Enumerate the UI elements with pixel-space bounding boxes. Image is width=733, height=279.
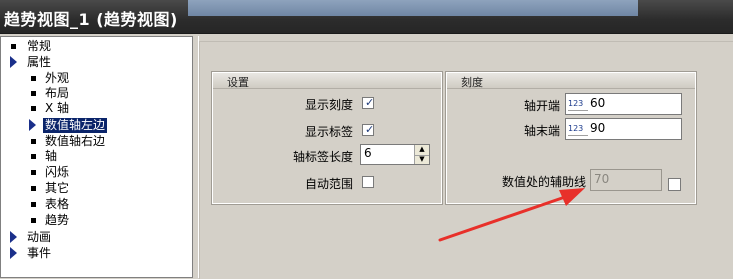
checkmark-icon: ✓ — [365, 123, 375, 136]
label-length-label: 轴标签长度 — [292, 150, 353, 164]
axis-end-field[interactable]: 123 90 — [565, 118, 682, 140]
numeric-123-icon: 123 — [568, 97, 588, 111]
bullet-icon — [31, 76, 36, 81]
show-labels-checkbox[interactable]: ✓ — [362, 123, 375, 136]
window-titlebar: 趋势视图_1 (趋势视图) — [0, 0, 733, 34]
bullet-icon — [31, 170, 36, 175]
bullet-icon — [31, 186, 36, 191]
selected-arrow-icon — [29, 119, 36, 131]
bullet-icon — [31, 139, 36, 144]
auto-range-checkbox[interactable] — [362, 176, 374, 188]
label-length-spinner[interactable]: 6 ▲ ▼ — [360, 144, 430, 165]
axis-end-label: 轴末端 — [523, 124, 560, 138]
label-length-value: 6 — [364, 146, 372, 160]
axis-end-value: 90 — [590, 121, 606, 135]
bullet-icon — [11, 44, 16, 49]
scale-group-title: 刻度 — [461, 76, 483, 89]
axis-start-label: 轴开端 — [523, 99, 560, 113]
bullet-icon — [31, 106, 36, 111]
expand-arrow-icon[interactable] — [10, 247, 17, 259]
aux-line-label: 数值处的辅助线 — [501, 175, 586, 189]
property-tree: 常规 属性 外观 布局 X 轴 数值轴左边 数值轴右边 轴 闪烁 其它 表格 趋… — [0, 36, 193, 278]
show-scale-checkbox[interactable]: ✓ — [362, 96, 375, 109]
expand-arrow-icon[interactable] — [10, 56, 17, 68]
show-scale-label: 显示刻度 — [304, 98, 353, 112]
titlebar-accent — [188, 0, 638, 16]
scale-group-header: 刻度 — [447, 73, 695, 89]
axis-start-value: 60 — [590, 96, 606, 110]
settings-group-title: 设置 — [227, 76, 249, 89]
checkmark-icon: ✓ — [365, 96, 375, 109]
bullet-icon — [31, 154, 36, 159]
bullet-icon — [31, 218, 36, 223]
spin-down-icon[interactable]: ▼ — [415, 155, 429, 165]
aux-line-value: 70 — [594, 172, 610, 186]
expand-arrow-icon[interactable] — [10, 231, 17, 243]
window-title: 趋势视图_1 (趋势视图) — [4, 10, 178, 29]
aux-line-checkbox[interactable] — [668, 178, 681, 191]
properties-panel: 设置 显示刻度 ✓ 显示标签 ✓ 轴标签长度 6 ▲ ▼ 自动范围 刻度 轴开端… — [198, 36, 733, 279]
auto-range-label: 自动范围 — [304, 177, 353, 191]
aux-line-value-field[interactable]: 70 — [590, 169, 662, 191]
settings-group: 设置 显示刻度 ✓ 显示标签 ✓ 轴标签长度 6 ▲ ▼ 自动范围 — [211, 71, 443, 205]
settings-group-header: 设置 — [213, 73, 441, 89]
panel-inner: 设置 显示刻度 ✓ 显示标签 ✓ 轴标签长度 6 ▲ ▼ 自动范围 刻度 轴开端… — [199, 41, 733, 279]
axis-start-field[interactable]: 123 60 — [565, 93, 682, 115]
show-labels-label: 显示标签 — [304, 125, 353, 139]
bullet-icon — [31, 91, 36, 96]
spinner-buttons: ▲ ▼ — [414, 145, 429, 164]
numeric-123-icon: 123 — [568, 122, 588, 136]
bullet-icon — [31, 202, 36, 207]
